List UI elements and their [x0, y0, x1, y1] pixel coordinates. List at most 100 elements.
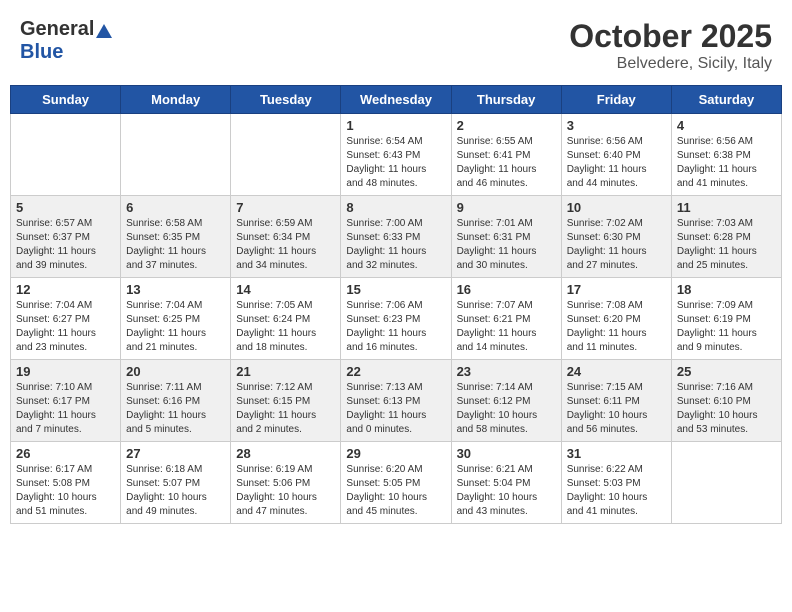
calendar-cell: 13 Sunrise: 7:04 AM Sunset: 6:25 PM Dayli… — [121, 278, 231, 360]
day-header-friday: Friday — [561, 86, 671, 114]
day-info: Sunrise: 7:13 AM Sunset: 6:13 PM Dayligh… — [346, 381, 445, 437]
calendar-cell: 10Sunrise: 7:02 AM Sunset: 6:30 PM Dayli… — [561, 196, 671, 278]
day-number: 30 — [457, 446, 556, 461]
calendar-cell: 21 Sunrise: 7:12 AM Sunset: 6:15 PM Dayli… — [231, 360, 341, 442]
day-info: Sunrise: 7:00 AM Sunset: 6:33 PM Dayligh… — [346, 217, 445, 273]
calendar-cell: 17 Sunrise: 7:08 AM Sunset: 6:20 PM Dayli… — [561, 278, 671, 360]
calendar-week-row: 1 Sunrise: 6:54 AM Sunset: 6:43 PM Daylig… — [11, 114, 782, 196]
day-info: Sunrise: 7:06 AM Sunset: 6:23 PM Dayligh… — [346, 299, 445, 355]
day-number: 18 — [677, 282, 776, 297]
calendar-week-row: 5 Sunrise: 6:57 AM Sunset: 6:37 PM Daylig… — [11, 196, 782, 278]
calendar-cell: 5 Sunrise: 6:57 AM Sunset: 6:37 PM Daylig… — [11, 196, 121, 278]
calendar-cell — [231, 114, 341, 196]
day-info: Sunrise: 6:56 AM Sunset: 6:40 PM Dayligh… — [567, 135, 666, 191]
day-info: Sunrise: 6:59 AM Sunset: 6:34 PM Dayligh… — [236, 217, 335, 273]
logo-line1: General — [20, 18, 112, 41]
day-number: 1 — [346, 118, 445, 133]
calendar-cell: 27Sunrise: 6:18 AM Sunset: 5:07 PM Dayli… — [121, 442, 231, 524]
calendar-cell: 16 Sunrise: 7:07 AM Sunset: 6:21 PM Dayli… — [451, 278, 561, 360]
day-number: 24 — [567, 364, 666, 379]
day-info: Sunrise: 6:20 AM Sunset: 5:05 PM Dayligh… — [346, 463, 445, 519]
day-number: 22 — [346, 364, 445, 379]
calendar-cell: 4Sunrise: 6:56 AM Sunset: 6:38 PM Daylig… — [671, 114, 781, 196]
calendar-cell — [671, 442, 781, 524]
day-info: Sunrise: 6:58 AM Sunset: 6:35 PM Dayligh… — [126, 217, 225, 273]
day-info: Sunrise: 6:22 AM Sunset: 5:03 PM Dayligh… — [567, 463, 666, 519]
calendar-week-row: 12Sunrise: 7:04 AM Sunset: 6:27 PM Dayli… — [11, 278, 782, 360]
location-subtitle: Belvedere, Sicily, Italy — [569, 55, 772, 73]
day-number: 14 — [236, 282, 335, 297]
day-number: 28 — [236, 446, 335, 461]
calendar-cell: 23Sunrise: 7:14 AM Sunset: 6:12 PM Dayli… — [451, 360, 561, 442]
day-header-sunday: Sunday — [11, 86, 121, 114]
logo: General Blue — [20, 18, 112, 64]
day-number: 8 — [346, 200, 445, 215]
day-info: Sunrise: 6:56 AM Sunset: 6:38 PM Dayligh… — [677, 135, 776, 191]
day-info: Sunrise: 7:12 AM Sunset: 6:15 PM Dayligh… — [236, 381, 335, 437]
day-number: 7 — [236, 200, 335, 215]
logo-blue: Blue — [20, 41, 63, 63]
day-number: 16 — [457, 282, 556, 297]
title-block: October 2025 Belvedere, Sicily, Italy — [569, 18, 772, 73]
day-info: Sunrise: 6:55 AM Sunset: 6:41 PM Dayligh… — [457, 135, 556, 191]
month-title: October 2025 — [569, 18, 772, 55]
day-header-saturday: Saturday — [671, 86, 781, 114]
day-number: 15 — [346, 282, 445, 297]
day-info: Sunrise: 7:03 AM Sunset: 6:28 PM Dayligh… — [677, 217, 776, 273]
day-info: Sunrise: 6:54 AM Sunset: 6:43 PM Dayligh… — [346, 135, 445, 191]
calendar-cell: 29 Sunrise: 6:20 AM Sunset: 5:05 PM Dayli… — [341, 442, 451, 524]
calendar-cell: 6Sunrise: 6:58 AM Sunset: 6:35 PM Daylig… — [121, 196, 231, 278]
day-info: Sunrise: 7:04 AM Sunset: 6:25 PM Dayligh… — [126, 299, 225, 355]
calendar-cell: 26Sunrise: 6:17 AM Sunset: 5:08 PM Dayli… — [11, 442, 121, 524]
calendar-cell: 2 Sunrise: 6:55 AM Sunset: 6:41 PM Daylig… — [451, 114, 561, 196]
day-number: 21 — [236, 364, 335, 379]
day-info: Sunrise: 7:16 AM Sunset: 6:10 PM Dayligh… — [677, 381, 776, 437]
calendar-cell: 12Sunrise: 7:04 AM Sunset: 6:27 PM Dayli… — [11, 278, 121, 360]
day-number: 29 — [346, 446, 445, 461]
logo-general: General — [20, 18, 94, 40]
day-info: Sunrise: 7:01 AM Sunset: 6:31 PM Dayligh… — [457, 217, 556, 273]
calendar-body: 1 Sunrise: 6:54 AM Sunset: 6:43 PM Daylig… — [11, 114, 782, 524]
day-number: 17 — [567, 282, 666, 297]
calendar-cell — [11, 114, 121, 196]
day-number: 25 — [677, 364, 776, 379]
calendar-cell — [121, 114, 231, 196]
day-info: Sunrise: 7:08 AM Sunset: 6:20 PM Dayligh… — [567, 299, 666, 355]
page-header: General Blue October 2025 Belvedere, Sic… — [10, 10, 782, 77]
calendar-cell: 25 Sunrise: 7:16 AM Sunset: 6:10 PM Dayli… — [671, 360, 781, 442]
calendar-cell: 9Sunrise: 7:01 AM Sunset: 6:31 PM Daylig… — [451, 196, 561, 278]
day-number: 19 — [16, 364, 115, 379]
day-info: Sunrise: 7:11 AM Sunset: 6:16 PM Dayligh… — [126, 381, 225, 437]
day-number: 11 — [677, 200, 776, 215]
calendar-cell: 7 Sunrise: 6:59 AM Sunset: 6:34 PM Daylig… — [231, 196, 341, 278]
day-info: Sunrise: 7:10 AM Sunset: 6:17 PM Dayligh… — [16, 381, 115, 437]
day-info: Sunrise: 6:21 AM Sunset: 5:04 PM Dayligh… — [457, 463, 556, 519]
calendar-cell: 19 Sunrise: 7:10 AM Sunset: 6:17 PM Dayli… — [11, 360, 121, 442]
day-header-monday: Monday — [121, 86, 231, 114]
day-number: 31 — [567, 446, 666, 461]
logo-triangle-icon — [96, 24, 112, 38]
day-info: Sunrise: 7:15 AM Sunset: 6:11 PM Dayligh… — [567, 381, 666, 437]
day-info: Sunrise: 7:07 AM Sunset: 6:21 PM Dayligh… — [457, 299, 556, 355]
day-number: 26 — [16, 446, 115, 461]
day-number: 5 — [16, 200, 115, 215]
calendar-cell: 28Sunrise: 6:19 AM Sunset: 5:06 PM Dayli… — [231, 442, 341, 524]
calendar-cell: 8 Sunrise: 7:00 AM Sunset: 6:33 PM Daylig… — [341, 196, 451, 278]
calendar-cell: 24 Sunrise: 7:15 AM Sunset: 6:11 PM Dayli… — [561, 360, 671, 442]
day-number: 10 — [567, 200, 666, 215]
day-number: 20 — [126, 364, 225, 379]
day-info: Sunrise: 6:57 AM Sunset: 6:37 PM Dayligh… — [16, 217, 115, 273]
calendar-week-row: 26Sunrise: 6:17 AM Sunset: 5:08 PM Dayli… — [11, 442, 782, 524]
day-number: 2 — [457, 118, 556, 133]
calendar-cell: 1 Sunrise: 6:54 AM Sunset: 6:43 PM Daylig… — [341, 114, 451, 196]
day-number: 12 — [16, 282, 115, 297]
day-info: Sunrise: 6:18 AM Sunset: 5:07 PM Dayligh… — [126, 463, 225, 519]
day-number: 13 — [126, 282, 225, 297]
day-info: Sunrise: 7:14 AM Sunset: 6:12 PM Dayligh… — [457, 381, 556, 437]
calendar-cell: 20 Sunrise: 7:11 AM Sunset: 6:16 PM Dayli… — [121, 360, 231, 442]
calendar-cell: 11 Sunrise: 7:03 AM Sunset: 6:28 PM Dayli… — [671, 196, 781, 278]
day-number: 3 — [567, 118, 666, 133]
calendar-week-row: 19 Sunrise: 7:10 AM Sunset: 6:17 PM Dayli… — [11, 360, 782, 442]
calendar-cell: 15 Sunrise: 7:06 AM Sunset: 6:23 PM Dayli… — [341, 278, 451, 360]
calendar-cell: 31 Sunrise: 6:22 AM Sunset: 5:03 PM Dayli… — [561, 442, 671, 524]
